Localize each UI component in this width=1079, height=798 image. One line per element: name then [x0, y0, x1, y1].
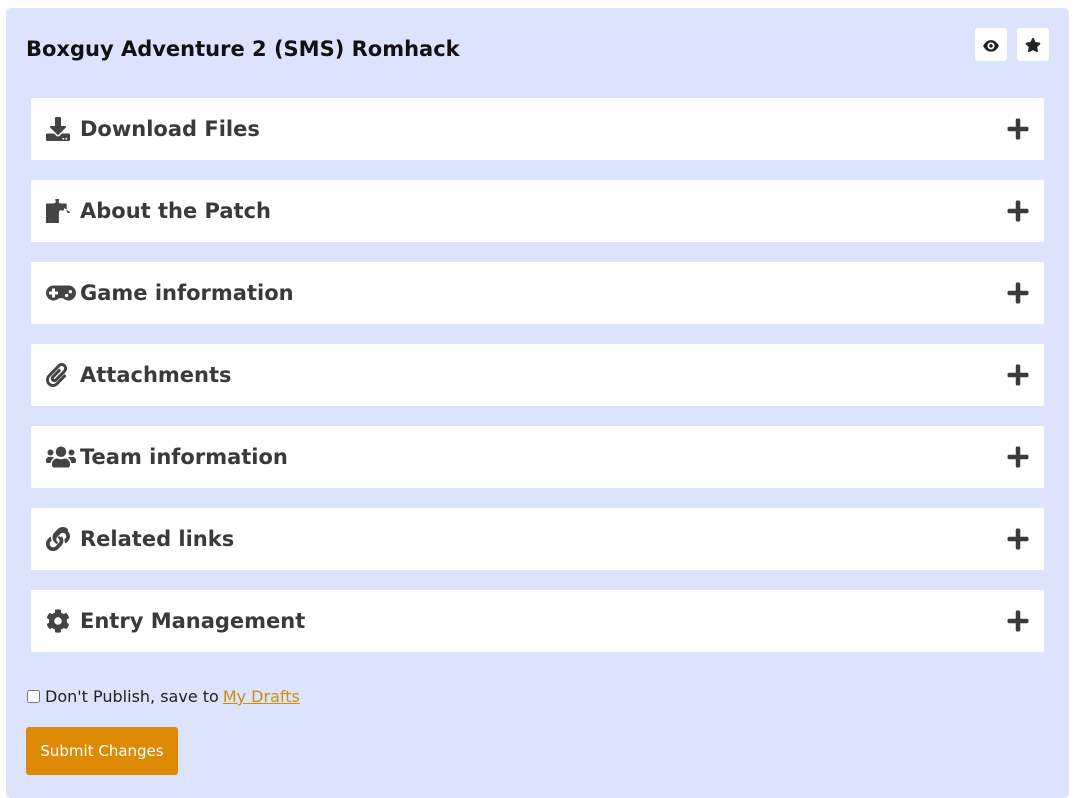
- section-entry-management[interactable]: Entry Management: [31, 590, 1044, 652]
- section-label: About the Patch: [80, 199, 271, 223]
- section-label: Related links: [80, 527, 235, 551]
- plus-icon: [1006, 363, 1030, 387]
- paperclip-icon: [46, 362, 78, 388]
- page-title: Boxguy Adventure 2 (SMS) Romhack: [26, 37, 460, 61]
- my-drafts-link[interactable]: My Drafts: [223, 687, 300, 706]
- plus-icon: [1006, 117, 1030, 141]
- section-download-files[interactable]: Download Files: [31, 98, 1044, 160]
- plus-icon: [1006, 445, 1030, 469]
- section-game-information[interactable]: Game information: [31, 262, 1044, 324]
- section-label: Entry Management: [80, 609, 306, 633]
- gamepad-icon: [46, 280, 78, 306]
- plus-icon: [1006, 199, 1030, 223]
- submit-changes-button[interactable]: Submit Changes: [26, 727, 178, 775]
- watch-button[interactable]: [975, 28, 1007, 61]
- draft-option: Don't Publish, save to My Drafts: [26, 687, 300, 706]
- section-team-information[interactable]: Team information: [31, 426, 1044, 488]
- section-related-links[interactable]: Related links: [31, 508, 1044, 570]
- puzzle-piece-icon: [46, 198, 78, 224]
- section-label: Team information: [80, 445, 288, 469]
- link-icon: [46, 526, 78, 552]
- eye-icon: [983, 39, 999, 52]
- section-label: Game information: [80, 281, 294, 305]
- gear-icon: [46, 608, 78, 634]
- plus-icon: [1006, 609, 1030, 633]
- download-icon: [46, 116, 78, 142]
- dont-publish-checkbox[interactable]: [27, 690, 40, 703]
- plus-icon: [1006, 527, 1030, 551]
- star-icon: [1025, 37, 1041, 52]
- section-about-the-patch[interactable]: About the Patch: [31, 180, 1044, 242]
- favorite-button[interactable]: [1017, 28, 1049, 61]
- draft-label: Don't Publish, save to: [45, 687, 219, 706]
- section-label: Download Files: [80, 117, 260, 141]
- section-label: Attachments: [80, 363, 232, 387]
- plus-icon: [1006, 281, 1030, 305]
- section-attachments[interactable]: Attachments: [31, 344, 1044, 406]
- users-icon: [46, 444, 78, 470]
- entry-panel: Boxguy Adventure 2 (SMS) Romhack Downloa…: [6, 8, 1069, 798]
